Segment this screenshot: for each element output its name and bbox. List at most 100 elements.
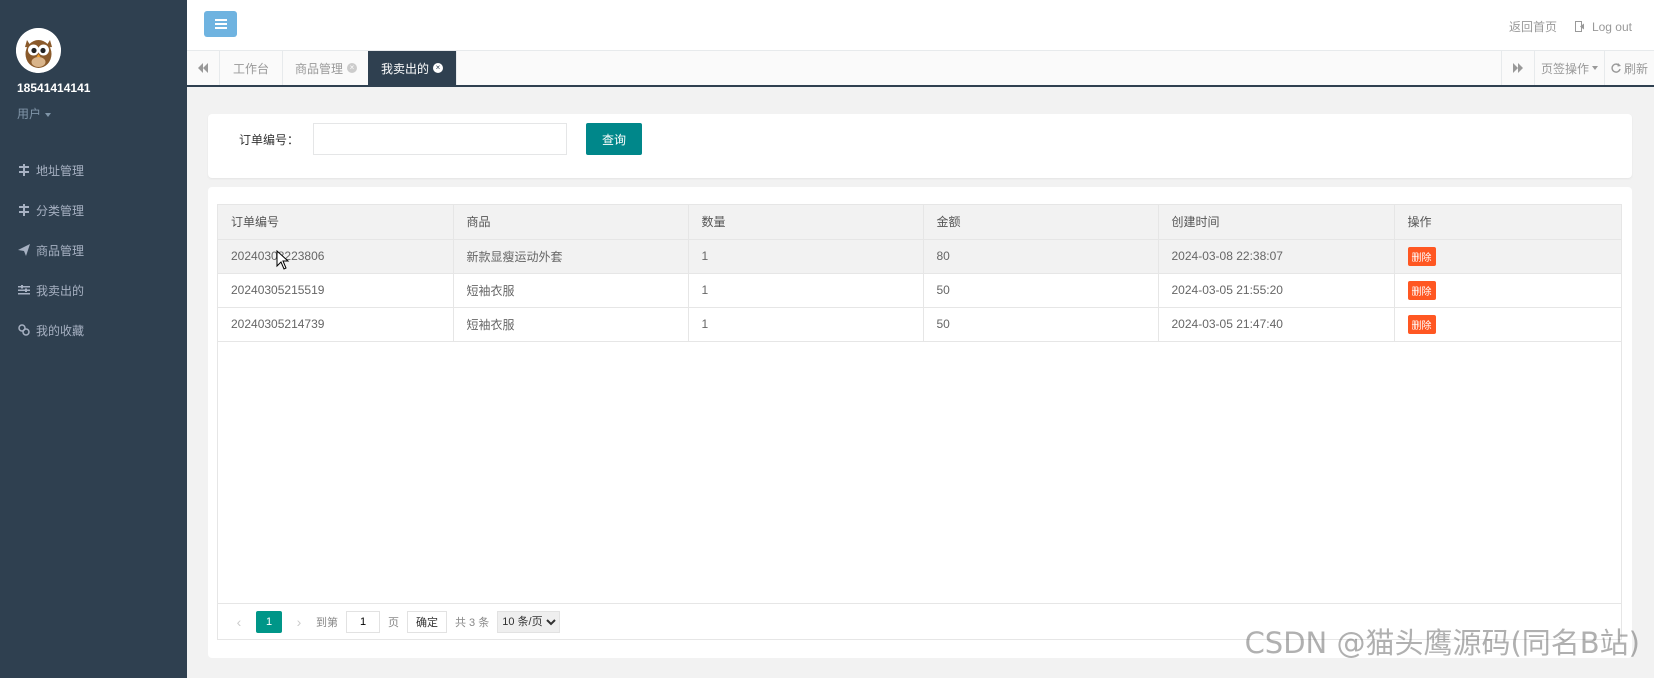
- username: 18541414141: [17, 81, 91, 95]
- watermark: CSDN @猫头鹰源码(同名B站): [1244, 626, 1640, 660]
- goto-label: 到第: [316, 616, 338, 629]
- order-no-cell: 20240305215519: [218, 273, 454, 308]
- avatar[interactable]: [16, 28, 61, 73]
- delete-button[interactable]: 删除: [1407, 314, 1436, 334]
- role-dropdown[interactable]: 用户: [17, 105, 52, 122]
- orders-table-container: 订单编号 商品 数量 金额 创建时间 操作 20240308223806 新款显…: [217, 204, 1622, 640]
- refresh-button[interactable]: 刷新: [1603, 51, 1654, 85]
- role-label: 用户: [17, 107, 42, 121]
- column-header[interactable]: 创建时间: [1158, 205, 1395, 240]
- product-cell: 短袖衣服: [453, 307, 689, 342]
- page-tabs: 工作台 商品管理 × 我卖出的 × 页签操作 刷新: [187, 51, 1654, 87]
- tab-ops-label: 页签操作: [1540, 61, 1589, 76]
- created-cell: 2024-03-05 21:47:40: [1158, 307, 1395, 342]
- tab-label: 商品管理: [295, 61, 344, 76]
- sidebar-item-category[interactable]: 分类管理: [0, 190, 187, 230]
- action-cell: 删除: [1394, 273, 1621, 308]
- table-row[interactable]: 20240305214739 短袖衣服 1 50 2024-03-05 21:4…: [218, 307, 1621, 342]
- refresh-label: 刷新: [1623, 61, 1648, 76]
- owl-avatar-icon: [16, 28, 61, 73]
- sidebar-item-label: 分类管理: [36, 203, 85, 218]
- logout-link[interactable]: Log out: [1574, 18, 1632, 35]
- qty-cell: 1: [688, 273, 924, 308]
- sidebar-item-label: 地址管理: [36, 163, 85, 178]
- next-page-icon[interactable]: ›: [290, 614, 308, 630]
- created-cell: 2024-03-05 21:55:20: [1158, 273, 1395, 308]
- tab-close-icon[interactable]: ×: [433, 63, 444, 73]
- search-button[interactable]: 查询: [586, 123, 642, 155]
- page-size-select[interactable]: 10 条/页: [497, 610, 561, 633]
- sidebar-item-address[interactable]: 地址管理: [0, 150, 187, 190]
- sidebar: 18541414141 用户 地址管理 分类管理 商品管理 我卖出的 我的收藏: [0, 0, 187, 678]
- amount-cell: 50: [923, 273, 1159, 308]
- orders-table: 订单编号 商品 数量 金额 创建时间 操作 20240308223806 新款显…: [218, 205, 1621, 342]
- sliders-icon: [17, 284, 30, 297]
- double-left-icon: [198, 63, 208, 73]
- qty-cell: 1: [688, 239, 924, 274]
- qty-cell: 1: [688, 307, 924, 342]
- tab-ops-dropdown[interactable]: 页签操作: [1533, 51, 1604, 85]
- column-header[interactable]: 订单编号: [218, 205, 454, 240]
- total-count: 共 3 条: [455, 616, 490, 629]
- logout-label: Log out: [1591, 19, 1632, 34]
- header-actions: 返回首页 Log out: [1509, 18, 1632, 35]
- current-page[interactable]: 1: [256, 610, 282, 633]
- action-cell: 删除: [1394, 307, 1621, 342]
- column-header[interactable]: 金额: [923, 205, 1159, 240]
- action-cell: 删除: [1394, 239, 1621, 274]
- menu-toggle-button[interactable]: [204, 11, 237, 37]
- search-panel: 订单编号： 查询: [208, 114, 1632, 178]
- order-no-input[interactable]: [313, 123, 567, 155]
- delete-button[interactable]: 删除: [1407, 280, 1436, 300]
- table-header-row: 订单编号 商品 数量 金额 创建时间 操作: [218, 205, 1621, 240]
- table-row[interactable]: 20240308223806 新款显瘦运动外套 1 80 2024-03-08 …: [218, 239, 1621, 274]
- category-icon: [17, 204, 30, 217]
- delete-button[interactable]: 删除: [1407, 246, 1436, 266]
- refresh-icon: [1611, 63, 1621, 73]
- sidebar-item-label: 我卖出的: [36, 283, 85, 298]
- amount-cell: 80: [923, 239, 1159, 274]
- table-row[interactable]: 20240305215519 短袖衣服 1 50 2024-03-05 21:5…: [218, 273, 1621, 308]
- tabs-right-controls: 页签操作 刷新: [1500, 51, 1654, 85]
- amount-cell: 50: [923, 307, 1159, 342]
- top-header: 返回首页 Log out: [187, 0, 1654, 51]
- tab-workbench[interactable]: 工作台: [220, 51, 284, 85]
- order-no-label: 订单编号：: [239, 133, 300, 147]
- caret-down-icon: [1591, 66, 1598, 70]
- prev-page-icon[interactable]: ‹: [230, 614, 248, 630]
- tab-label: 我卖出的: [381, 61, 430, 76]
- sidebar-item-label: 我的收藏: [36, 323, 85, 338]
- page-unit-label: 页: [388, 616, 399, 629]
- sidebar-nav: 地址管理 分类管理 商品管理 我卖出的 我的收藏: [0, 150, 187, 350]
- double-right-icon: [1512, 63, 1523, 73]
- order-no-cell: 20240305214739: [218, 307, 454, 342]
- send-icon: [17, 244, 30, 257]
- tab-close-icon[interactable]: ×: [347, 63, 358, 73]
- tab-sold[interactable]: 我卖出的 ×: [368, 51, 458, 85]
- mouse-cursor-icon: [276, 250, 290, 270]
- goto-page-input[interactable]: [346, 610, 380, 633]
- product-cell: 短袖衣服: [453, 273, 689, 308]
- hamburger-icon: [214, 19, 227, 29]
- tab-products[interactable]: 商品管理 ×: [282, 51, 372, 85]
- sidebar-item-favorites[interactable]: 我的收藏: [0, 310, 187, 350]
- column-header[interactable]: 操作: [1394, 205, 1621, 240]
- tab-label: 工作台: [233, 61, 270, 76]
- sidebar-item-label: 商品管理: [36, 243, 85, 258]
- created-cell: 2024-03-08 22:38:07: [1158, 239, 1395, 274]
- tabs-scroll-right-button[interactable]: [1500, 51, 1534, 85]
- sidebar-item-sold[interactable]: 我卖出的: [0, 270, 187, 310]
- tabs-scroll-left-button[interactable]: [187, 51, 220, 85]
- order-no-cell: 20240308223806: [218, 239, 454, 274]
- home-link[interactable]: 返回首页: [1509, 18, 1557, 35]
- caret-down-icon: [45, 112, 52, 117]
- link-icon: [17, 324, 30, 337]
- logout-icon: [1574, 21, 1584, 32]
- product-cell: 新款显瘦运动外套: [453, 239, 689, 274]
- table-panel: 订单编号 商品 数量 金额 创建时间 操作 20240308223806 新款显…: [208, 187, 1632, 658]
- column-header[interactable]: 商品: [453, 205, 689, 240]
- address-icon: [17, 164, 30, 177]
- goto-confirm-button[interactable]: 确定: [407, 610, 447, 633]
- column-header[interactable]: 数量: [688, 205, 924, 240]
- sidebar-item-products[interactable]: 商品管理: [0, 230, 187, 270]
